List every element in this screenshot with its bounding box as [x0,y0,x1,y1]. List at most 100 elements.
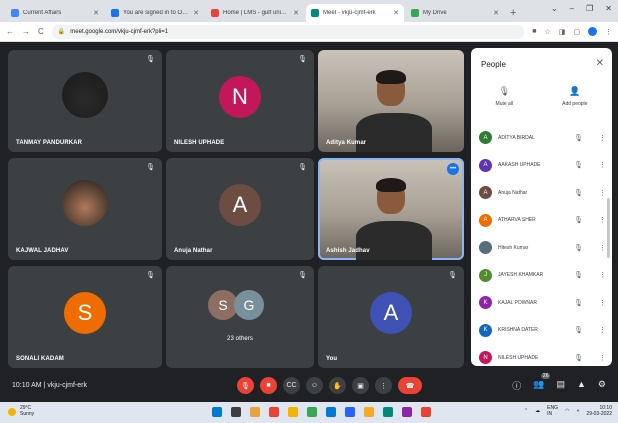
tab-close-icon[interactable]: ✕ [193,9,199,17]
taskbar-app-icon[interactable] [345,407,355,417]
person-more-options-icon[interactable]: ⋮ [599,216,606,224]
tab-close-icon[interactable]: ✕ [393,9,399,17]
extensions-icon[interactable]: ◨ [559,28,566,36]
taskbar-app-icon[interactable] [421,407,431,417]
people-list-item[interactable]: N NILESH UPHADE 🎙 ⋮ [471,344,612,366]
participant-tile[interactable]: A 🎙 Anuja Nathar [166,158,314,260]
chat-button[interactable]: ▤ [556,379,565,392]
tab-close-icon[interactable]: ✕ [493,9,499,17]
more-options-button[interactable]: ⋮ [375,377,392,394]
minimize-button[interactable]: – [570,4,574,13]
people-scrollbar[interactable] [607,198,610,258]
people-list-item[interactable]: Hitesh Kumar 🎙 ⋮ [471,234,612,262]
onedrive-icon[interactable]: ☁ [535,408,540,414]
reactions-button[interactable]: ☺ [306,377,323,394]
taskbar-app-icon[interactable] [364,407,374,417]
people-list-item[interactable]: A ADITYA BIRDAL 🎙 ⋮ [471,124,612,152]
person-more-options-icon[interactable]: ⋮ [599,244,606,252]
people-list-item[interactable]: K KAJAL POWNAR 🎙 ⋮ [471,289,612,317]
camera-icon[interactable]: ■ [532,28,536,35]
tab-search-icon[interactable]: ⌄ [551,4,558,13]
taskbar-clock[interactable]: 10:10 29-03-2022 [586,405,612,417]
people-panel: People ✕ 🎙 Mute all 👤 Add people A ADITYA… [471,48,612,366]
browser-tab[interactable]: Current Affairs ✕ [6,4,104,22]
add-people-button[interactable]: 👤 Add people [562,86,587,107]
people-list-item[interactable]: K KRISHNA DATER 🎙 ⋮ [471,317,612,345]
taskbar-app-icon[interactable] [250,407,260,417]
profile-avatar[interactable] [588,27,597,36]
person-more-options-icon[interactable]: ⋮ [599,326,606,334]
captions-button[interactable]: CC [283,377,300,394]
person-mic-off-icon[interactable]: 🎙 [574,326,583,334]
mute-all-button[interactable]: 🎙 Mute all [496,86,514,107]
people-list-item[interactable]: A ATHARVA SHER 🎙 ⋮ [471,207,612,235]
host-controls-button[interactable]: ⚙ [598,379,606,392]
browser-tab[interactable]: You are signed in to Outlook ✕ [106,4,204,22]
volume-icon[interactable]: ◖ [576,408,579,414]
people-list-item[interactable]: A AAKASH UPHADE 🎙 ⋮ [471,152,612,180]
person-more-options-icon[interactable]: ⋮ [599,134,606,142]
tray-chevron-icon[interactable]: ⌃ [524,408,528,414]
participant-tile[interactable]: 🎙 KAJWAL JADHAV [8,158,162,260]
new-tab-button[interactable]: + [510,7,516,19]
participant-tile[interactable]: S G 🎙 23 others [166,266,314,368]
person-mic-off-icon[interactable]: 🎙 [574,216,583,224]
reload-button[interactable]: C [38,27,44,36]
people-list-item[interactable]: A Anuja Nathar 🎙 ⋮ [471,179,612,207]
person-mic-off-icon[interactable]: 🎙 [574,134,583,142]
weather-widget[interactable]: 29°C Sunny [8,405,34,417]
person-mic-off-icon[interactable]: 🎙 [574,244,583,252]
mic-toggle-button[interactable]: 🎙 [237,377,254,394]
close-panel-button[interactable]: ✕ [596,58,604,69]
raise-hand-button[interactable]: ✋ [329,377,346,394]
taskbar-app-icon[interactable] [383,407,393,417]
person-more-options-icon[interactable]: ⋮ [599,354,606,362]
browser-menu-icon[interactable]: ⋮ [605,28,612,36]
leave-call-button[interactable]: ☎ [398,377,422,394]
people-list-item[interactable]: J JAYESH KHAMKAR 🎙 ⋮ [471,262,612,290]
wifi-icon[interactable]: ◠ [565,408,569,414]
taskbar-app-icon[interactable] [269,407,279,417]
browser-tab[interactable]: My Drive ✕ [406,4,504,22]
participant-name: Aditya Kumar [326,140,367,146]
taskbar-app-icon[interactable] [212,407,222,417]
activities-button[interactable]: ▲ [577,379,586,392]
taskbar-app-icon[interactable] [288,407,298,417]
back-button[interactable]: ← [6,27,14,36]
participant-tile[interactable]: A 🎙 You [318,266,464,368]
participant-tile[interactable]: Aditya Kumar [318,50,464,152]
taskbar-app-icon[interactable] [326,407,336,417]
people-button[interactable]: 👥 26 [533,373,551,392]
browser-tab[interactable]: Home | LMS - gulf university ✕ [206,4,304,22]
present-button[interactable]: ▣ [352,377,369,394]
person-name: JAYESH KHAMKAR [498,272,544,279]
forward-button[interactable]: → [22,27,30,36]
sidepanel-icon[interactable]: ▢ [573,28,580,36]
participant-tile[interactable]: ••• Ashish Jadhav [318,158,464,260]
tray-language[interactable]: ENG IN [547,405,558,417]
person-more-options-icon[interactable]: ⋮ [599,161,606,169]
participant-tile[interactable]: 🎙 TANMAY PANDURKAR [8,50,162,152]
person-more-options-icon[interactable]: ⋮ [599,299,606,307]
taskbar-app-icon[interactable] [307,407,317,417]
participant-tile[interactable]: N 🎙 NILESH UPHADE [166,50,314,152]
meeting-details-button[interactable]: ⓘ [512,379,521,392]
close-window-button[interactable]: ✕ [605,4,612,13]
person-more-options-icon[interactable]: ⋮ [599,271,606,279]
person-mic-off-icon[interactable]: 🎙 [574,299,583,307]
bookmark-icon[interactable]: ☆ [544,28,550,36]
tab-close-icon[interactable]: ✕ [93,9,99,17]
person-mic-off-icon[interactable]: 🎙 [574,161,583,169]
tab-close-icon[interactable]: ✕ [293,9,299,17]
taskbar-app-icon[interactable] [402,407,412,417]
url-input[interactable]: 🔒 meet.google.com/vkju-cjmf-erk?pli=1 [51,24,525,39]
person-mic-off-icon[interactable]: 🎙 [574,271,583,279]
maximize-button[interactable]: ❐ [586,4,593,13]
person-mic-off-icon[interactable]: 🎙 [574,354,583,362]
camera-toggle-button[interactable]: ■ [260,377,277,394]
taskbar-app-icon[interactable] [231,407,241,417]
browser-tab[interactable]: Meet - vkju-cjmf-erk ✕ [306,4,404,22]
person-mic-off-icon[interactable]: 🎙 [574,189,583,197]
person-more-options-icon[interactable]: ⋮ [599,189,606,197]
participant-tile[interactable]: S 🎙 SONALI KADAM [8,266,162,368]
